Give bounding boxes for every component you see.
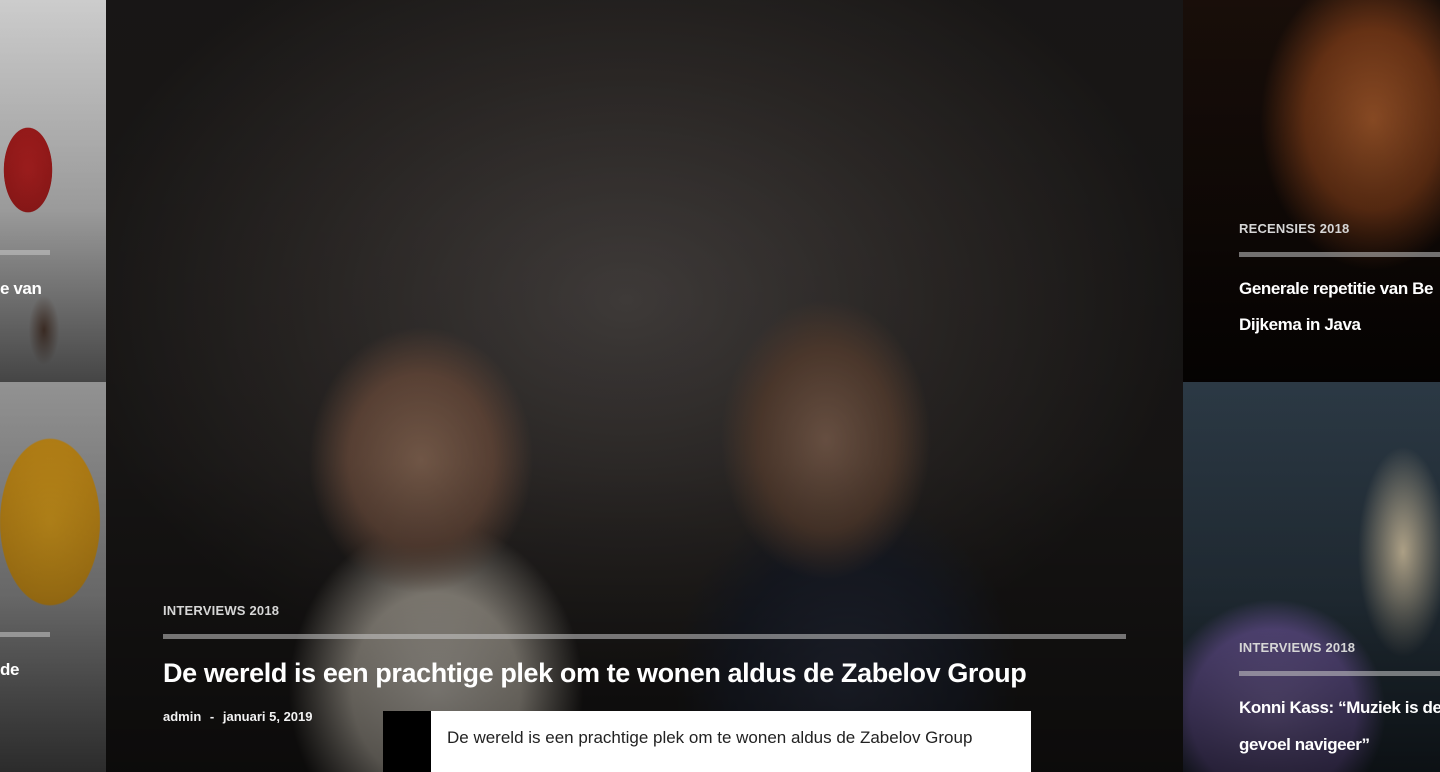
right-top-post-title-line1[interactable]: Generale repetitie van Be	[1239, 279, 1433, 299]
title-tooltip: De wereld is een prachtige plek om te wo…	[383, 711, 1031, 772]
featured-post-meta: admin - januari 5, 2019	[163, 709, 313, 724]
tooltip-text: De wereld is een prachtige plek om te wo…	[447, 728, 973, 747]
post-author[interactable]: admin	[163, 709, 201, 724]
left-bottom-post-rule	[0, 632, 50, 637]
featured-post-title[interactable]: De wereld is een prachtige plek om te wo…	[163, 658, 1027, 689]
post-date: januari 5, 2019	[222, 709, 313, 724]
right-bottom-post-title-line2[interactable]: gevoel navigeer”	[1239, 735, 1370, 755]
tooltip-shadow	[383, 711, 431, 772]
featured-post-card[interactable]: INTERVIEWS 2018 De wereld is een prachti…	[106, 0, 1183, 772]
right-top-post-category[interactable]: RECENSIES 2018	[1239, 221, 1349, 236]
right-top-post-card[interactable]: RECENSIES 2018 Generale repetitie van Be…	[1183, 0, 1440, 382]
featured-post-category[interactable]: INTERVIEWS 2018	[163, 603, 279, 618]
meta-separator: -	[209, 709, 215, 724]
featured-post-rule	[163, 634, 1126, 639]
right-bottom-post-rule	[1239, 671, 1440, 676]
left-bottom-post-title[interactable]: de	[0, 660, 19, 680]
left-top-post-rule	[0, 250, 50, 255]
left-top-post-card[interactable]: e van	[0, 0, 106, 382]
right-top-post-title-line2[interactable]: Dijkema in Java	[1239, 315, 1361, 335]
right-bottom-post-card[interactable]: INTERVIEWS 2018 Konni Kass: “Muziek is d…	[1183, 382, 1440, 772]
left-top-post-title[interactable]: e van	[0, 279, 42, 299]
left-bottom-post-card[interactable]: de	[0, 382, 106, 772]
right-bottom-post-category[interactable]: INTERVIEWS 2018	[1239, 640, 1355, 655]
right-bottom-post-title-line1[interactable]: Konni Kass: “Muziek is de	[1239, 698, 1440, 718]
right-top-post-rule	[1239, 252, 1440, 257]
